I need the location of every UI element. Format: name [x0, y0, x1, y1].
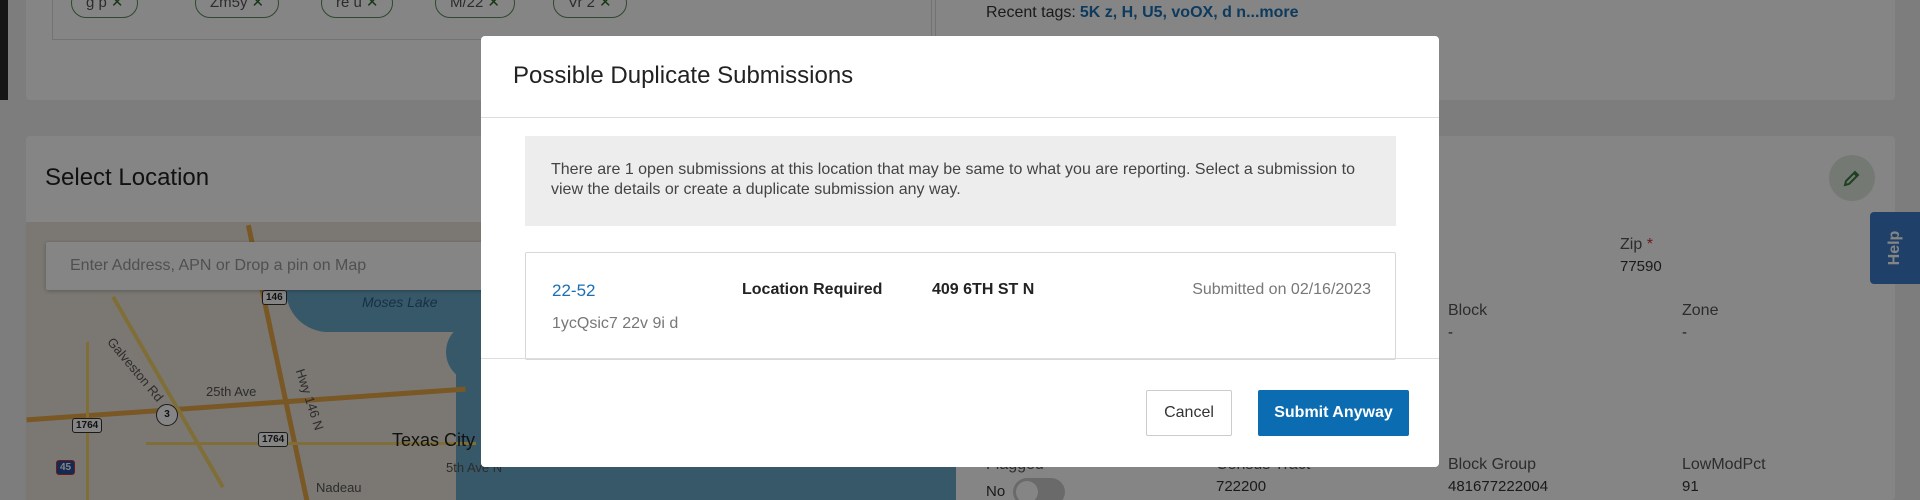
submission-id-link[interactable]: 22-52 — [552, 281, 595, 301]
cancel-button[interactable]: Cancel — [1146, 390, 1232, 436]
divider — [481, 117, 1439, 118]
submission-date: Submitted on 02/16/2023 — [1192, 281, 1371, 298]
dialog-title: Possible Duplicate Submissions — [513, 62, 854, 89]
submit-anyway-button[interactable]: Submit Anyway — [1258, 390, 1409, 436]
submission-address: 409 6TH ST N — [932, 281, 1035, 298]
duplicate-notice: There are 1 open submissions at this loc… — [525, 136, 1396, 226]
duplicate-submissions-dialog: Possible Duplicate Submissions There are… — [481, 36, 1439, 467]
submission-description: 1ycQsic7 22v 9i d — [552, 315, 679, 332]
divider — [481, 358, 1439, 359]
submission-status: Location Required — [742, 281, 883, 298]
submission-list-item[interactable]: 22-52 Location Required 409 6TH ST N Sub… — [525, 252, 1396, 360]
